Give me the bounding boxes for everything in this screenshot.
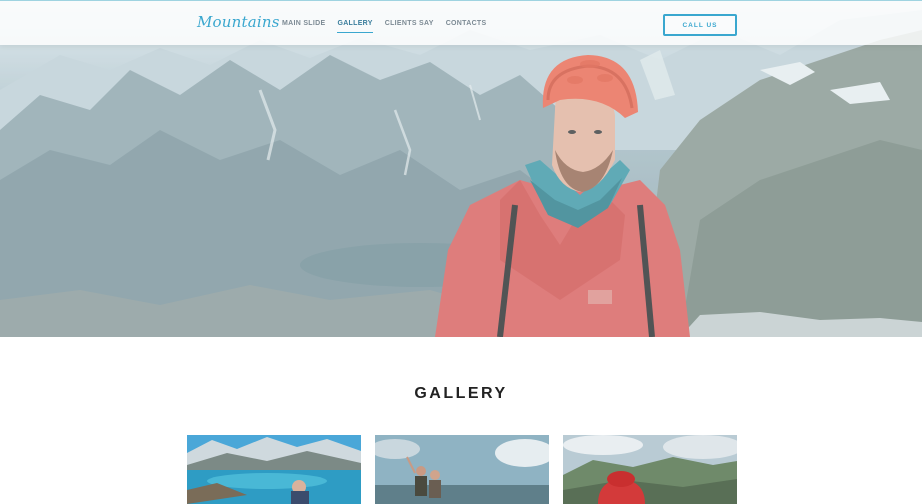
nav-item-clients-say[interactable]: CLIENTS SAY [385,20,434,31]
gallery-heading: GALLERY [414,385,508,402]
nav-item-contacts[interactable]: CONTACTS [446,20,487,31]
call-us-button[interactable]: CALL US [663,14,737,36]
gallery-image-couple [375,435,549,504]
hero-banner [0,0,922,337]
gallery-thumb-couple[interactable] [375,435,549,504]
gallery-image-lake [187,435,361,504]
gallery-thumb-selfie[interactable] [563,435,737,504]
main-nav: MAIN SLIDE GALLERY CLIENTS SAY CONTACTS [282,20,498,33]
nav-item-main-slide[interactable]: MAIN SLIDE [282,20,325,31]
gallery-image-selfie [563,435,737,504]
hero-image [0,0,922,337]
site-logo[interactable]: Mountains [197,13,280,31]
gallery-thumb-lake[interactable] [187,435,361,504]
nav-item-gallery[interactable]: GALLERY [337,20,374,33]
top-navbar: Mountains MAIN SLIDE GALLERY CLIENTS SAY… [0,0,922,45]
